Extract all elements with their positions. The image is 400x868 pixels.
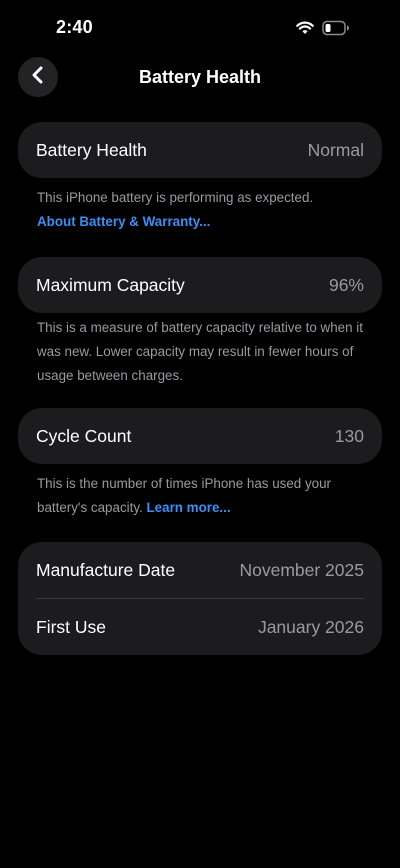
learn-more-link[interactable]: Learn more... — [147, 500, 231, 515]
first-use-label: First Use — [36, 616, 106, 637]
status-time: 2:40 — [56, 17, 93, 37]
cycle-count-footer: This is the number of times iPhone has u… — [37, 472, 371, 520]
manufacture-date-row: Manufacture Date November 2025 — [18, 542, 382, 598]
manufacture-date-value: November 2025 — [239, 559, 364, 580]
wifi-icon — [296, 21, 314, 35]
first-use-value: January 2026 — [257, 616, 364, 637]
cycle-count-value: 130 — [334, 425, 364, 446]
maximum-capacity-card: Maximum Capacity 96% — [18, 257, 382, 313]
battery-health-value: Normal — [307, 139, 364, 160]
cycle-count-label: Cycle Count — [36, 425, 132, 446]
maximum-capacity-description: This is a measure of battery capacity re… — [37, 320, 363, 383]
first-use-row: First Use January 2026 — [18, 599, 382, 655]
page-title: Battery Health — [138, 67, 262, 87]
maximum-capacity-row: Maximum Capacity 96% — [18, 257, 382, 313]
about-battery-warranty-link[interactable]: About Battery & Warranty... — [37, 210, 371, 234]
status-bar: 2:40 — [0, 0, 400, 56]
cycle-count-card: Cycle Count 130 — [18, 408, 382, 464]
battery-health-description: This iPhone battery is performing as exp… — [37, 190, 314, 205]
battery-health-row: Battery Health Normal — [18, 122, 382, 178]
battery-health-card: Battery Health Normal — [18, 122, 382, 178]
maximum-capacity-label: Maximum Capacity — [36, 274, 185, 295]
cycle-count-row: Cycle Count 130 — [18, 408, 382, 464]
maximum-capacity-value: 96% — [328, 274, 364, 295]
battery-health-label: Battery Health — [36, 139, 147, 160]
battery-low-icon — [322, 20, 350, 36]
nav-bar: Battery Health — [0, 56, 400, 98]
manufacture-date-label: Manufacture Date — [36, 559, 176, 580]
battery-health-footer: This iPhone battery is performing as exp… — [37, 186, 371, 234]
dates-card: Manufacture Date November 2025 First Use… — [18, 542, 382, 655]
